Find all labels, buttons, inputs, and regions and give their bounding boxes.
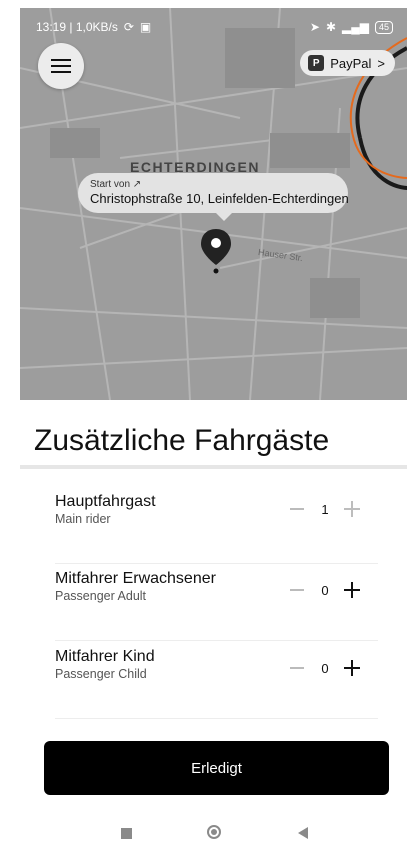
- start-address: Christophstraße 10, Leinfelden-Echterdin…: [90, 191, 349, 206]
- sheet-title: Zusätzliche Fahrgäste: [34, 424, 330, 457]
- start-location-bubble[interactable]: Start von ↗ Christophstraße 10, Leinfeld…: [78, 173, 349, 221]
- rider-sublabel: Passenger Child: [55, 667, 147, 681]
- rider-row-adult: Mitfahrer Erwachsener Passenger Adult 0: [55, 570, 378, 641]
- rider-stepper: 0: [290, 656, 360, 680]
- rider-sublabel: Passenger Adult: [55, 589, 147, 603]
- rider-label: Mitfahrer Kind: [55, 648, 155, 665]
- sync-icon: ⟳: [123, 20, 134, 34]
- battery-icon: 45: [374, 20, 393, 34]
- signal-icon: ▂▄▆: [342, 20, 369, 34]
- home-icon[interactable]: [207, 825, 221, 839]
- decrement-button[interactable]: [290, 667, 304, 669]
- recent-apps-icon[interactable]: [121, 828, 132, 839]
- chevron-right-icon: >: [377, 55, 385, 71]
- menu-icon: [51, 59, 71, 73]
- status-time: 13:19 | 1,0KB/s: [36, 20, 118, 34]
- rider-row-main: Hauptfahrgast Main rider 1: [55, 493, 378, 564]
- payment-method-chip[interactable]: P PayPal >: [300, 50, 395, 76]
- android-nav-bar: [0, 822, 407, 846]
- rider-sublabel: Main rider: [55, 512, 111, 526]
- increment-button[interactable]: [344, 660, 360, 676]
- rider-stepper: 1: [290, 497, 360, 521]
- start-label: Start von ↗: [90, 179, 142, 190]
- paypal-icon: P: [308, 55, 325, 71]
- video-icon: ▣: [139, 20, 152, 34]
- rider-row-child: Mitfahrer Kind Passenger Child 0: [55, 648, 378, 719]
- location-pin-icon: [201, 229, 231, 274]
- payment-label: PayPal: [330, 55, 372, 71]
- increment-button[interactable]: [344, 501, 360, 517]
- gps-icon: ➤: [309, 20, 320, 34]
- status-bar: 13:19 | 1,0KB/s ⟳ ▣ ➤ ✱ ▂▄▆ 45: [36, 18, 393, 36]
- rider-count: 1: [321, 501, 329, 517]
- rider-label: Hauptfahrgast: [55, 493, 156, 510]
- rider-count: 0: [321, 660, 329, 676]
- sheet-divider: [20, 465, 407, 469]
- done-button[interactable]: Erledigt: [44, 741, 389, 795]
- back-icon[interactable]: [298, 827, 308, 839]
- rider-label: Mitfahrer Erwachsener: [55, 570, 216, 587]
- rider-stepper: 0: [290, 578, 360, 602]
- bluetooth-icon: ✱: [325, 20, 337, 34]
- rider-count: 0: [321, 582, 329, 598]
- decrement-button[interactable]: [290, 589, 304, 591]
- increment-button[interactable]: [344, 582, 360, 598]
- decrement-button[interactable]: [290, 508, 304, 510]
- menu-button[interactable]: [38, 43, 84, 89]
